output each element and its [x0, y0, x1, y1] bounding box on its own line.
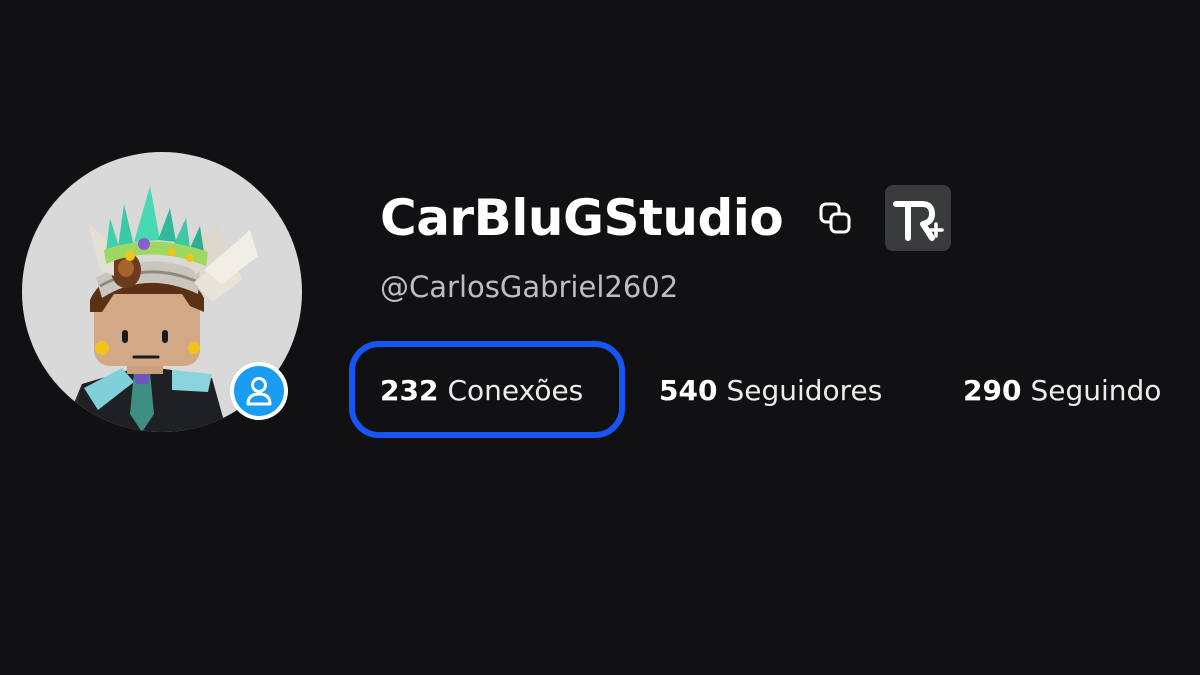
followers-stat[interactable]: 540 Seguidores — [659, 366, 882, 416]
connections-stat[interactable]: 232 Conexões — [380, 366, 583, 416]
profile-header: CarBluGStudio @CarlosGabriel2602 232 Cone… — [0, 0, 1200, 675]
display-name: CarBluGStudio — [380, 189, 784, 247]
followers-count: 540 — [659, 374, 718, 407]
following-count: 290 — [963, 374, 1022, 407]
followers-label: Seguidores — [726, 374, 883, 407]
premium-badge — [885, 185, 952, 251]
avatar-container — [22, 152, 302, 432]
username: @CarlosGabriel2602 — [380, 270, 679, 304]
name-row: CarBluGStudio — [380, 183, 952, 253]
copy-username-button[interactable] — [815, 198, 855, 238]
user-silhouette-icon — [234, 366, 284, 416]
following-stat[interactable]: 290 Seguindo — [963, 366, 1161, 416]
copy-icon — [819, 202, 851, 234]
connections-label: Conexões — [447, 374, 584, 407]
connections-count: 232 — [380, 374, 439, 407]
following-label: Seguindo — [1030, 374, 1162, 407]
presence-indicator — [230, 362, 288, 420]
roblox-plus-icon — [893, 201, 945, 241]
